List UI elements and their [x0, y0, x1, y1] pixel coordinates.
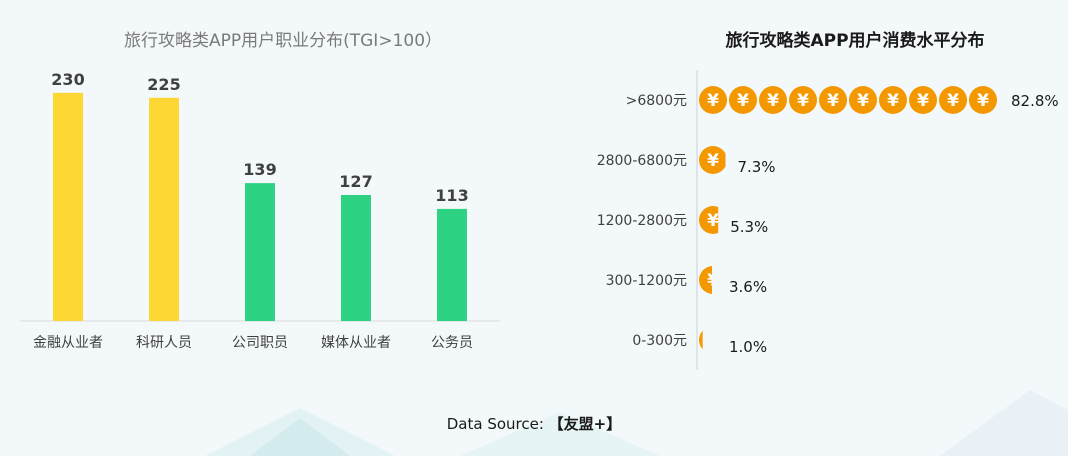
category-tick-label: 媒体从业者 — [321, 335, 391, 351]
yuan-coin-icon: ¥ — [879, 86, 907, 114]
yuan-coin-icon: ¥ — [699, 206, 719, 234]
svg-text:¥: ¥ — [917, 91, 929, 111]
category-tick-label: 2800-6800元 — [597, 153, 687, 169]
yuan-coin-icon: ¥ — [969, 86, 997, 114]
svg-text:¥: ¥ — [947, 91, 959, 111]
category-tick-label: 300-1200元 — [606, 273, 687, 289]
coin-bar: ¥ — [699, 330, 719, 351]
bar-value-label: 139 — [243, 160, 276, 179]
svg-text:¥: ¥ — [707, 271, 719, 291]
category-tick-label: >6800元 — [626, 93, 687, 109]
occupation-chart-title: 旅行攻略类APP用户职业分布(TGI>100） — [123, 31, 443, 51]
bar — [341, 195, 371, 321]
yuan-coin-icon: ¥ — [729, 86, 757, 114]
yuan-coin-icon: ¥ — [699, 330, 719, 351]
category-tick-label: 公务员 — [431, 335, 473, 351]
category-tick-label: 0-300元 — [632, 333, 687, 349]
bar — [53, 92, 83, 321]
data-source-name: 【友盟+】 — [548, 415, 622, 433]
yuan-coin-icon: ¥ — [909, 86, 937, 114]
yuan-coin-icon: ¥ — [819, 86, 847, 114]
coin-bar: ¥ — [699, 146, 726, 174]
yuan-coin-icon: ¥ — [849, 86, 877, 114]
yuan-coin-icon: ¥ — [939, 86, 967, 114]
bar-value-label: 113 — [435, 186, 468, 205]
bar — [437, 208, 467, 321]
bar-value-label: 230 — [51, 70, 84, 89]
spending-chart-title: 旅行攻略类APP用户消费水平分布 — [725, 31, 985, 51]
svg-text:¥: ¥ — [977, 91, 989, 111]
bar — [149, 97, 179, 321]
coin-bar: ¥ — [699, 266, 719, 294]
yuan-coin-icon: ¥ — [699, 266, 719, 294]
yuan-coin-icon: ¥ — [789, 86, 817, 114]
yuan-coin-icon: ¥ — [759, 86, 787, 114]
svg-text:¥: ¥ — [767, 91, 779, 111]
svg-text:¥: ¥ — [707, 211, 719, 231]
svg-text:¥: ¥ — [707, 151, 719, 171]
bar — [245, 183, 275, 321]
yuan-coin-icon: ¥ — [699, 86, 727, 114]
bar-value-label: 3.6% — [729, 278, 767, 296]
bar-value-label: 82.8% — [1011, 92, 1059, 110]
bar-value-label: 1.0% — [729, 338, 767, 356]
data-source-label: Data Source: — [446, 415, 544, 433]
svg-text:¥: ¥ — [857, 91, 869, 111]
coin-bar: ¥ ¥ ¥ ¥ ¥ ¥ ¥ ¥ ¥ ¥ — [699, 86, 997, 114]
coin-bar: ¥ — [699, 206, 719, 234]
bar-value-label: 225 — [147, 75, 180, 94]
bar-value-label: 7.3% — [737, 158, 775, 176]
category-tick-label: 金融从业者 — [33, 335, 103, 351]
svg-text:¥: ¥ — [797, 91, 809, 111]
svg-text:¥: ¥ — [887, 91, 899, 111]
bar-value-label: 5.3% — [730, 218, 768, 236]
bar-value-label: 127 — [339, 172, 372, 191]
category-tick-label: 公司职员 — [232, 335, 288, 351]
category-tick-label: 科研人员 — [136, 335, 192, 351]
svg-text:¥: ¥ — [707, 91, 719, 111]
spending-icon-chart: ¥ ¥ ¥ ¥ ¥ ¥ ¥ ¥ ¥ ¥ >6800元 82.8% ¥2800-6800元 7.3% ¥120… — [597, 70, 1059, 370]
category-tick-label: 1200-2800元 — [597, 213, 687, 229]
occupation-bar-chart: 230 金融从业者 225 科研人员 139 公司职员 127 媒体从业者 113 公务员 — [20, 70, 500, 351]
svg-text:¥: ¥ — [707, 331, 719, 351]
svg-text:¥: ¥ — [827, 91, 839, 111]
data-source-footer: Data Source: 【友盟+】 — [0, 413, 1068, 434]
yuan-coin-icon: ¥ — [699, 146, 726, 174]
svg-text:¥: ¥ — [737, 91, 749, 111]
